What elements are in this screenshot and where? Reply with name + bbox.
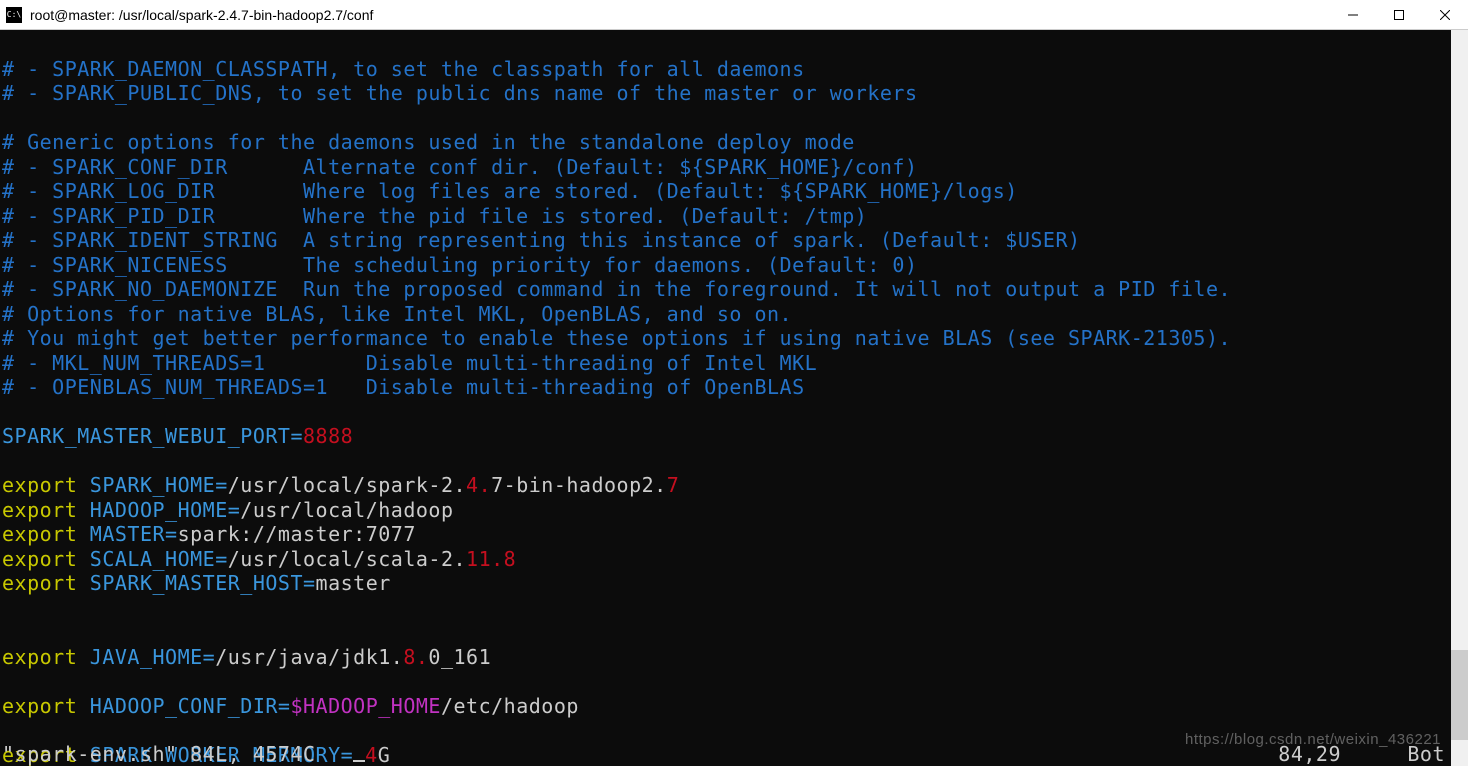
env-var-key: HADOOP_HOME=: [77, 498, 240, 522]
comment-line: # - SPARK_IDENT_STRING A string represen…: [2, 228, 1081, 252]
window-controls: [1330, 0, 1468, 29]
export-keyword: export: [2, 645, 77, 669]
comment-line: # - SPARK_NO_DAEMONIZE Run the proposed …: [2, 277, 1231, 301]
env-var-key: SPARK_HOME=: [77, 473, 228, 497]
comment-line: # You might get better performance to en…: [2, 326, 1231, 350]
close-button[interactable]: [1422, 0, 1468, 29]
env-value: spark://master:7077: [178, 522, 416, 546]
comment-line: # - SPARK_CONF_DIR Alternate conf dir. (…: [2, 155, 918, 179]
env-path: 0_161: [428, 645, 491, 669]
comment-line: # - SPARK_LOG_DIR Where log files are st…: [2, 179, 1018, 203]
env-number: 8.: [403, 645, 428, 669]
env-path: /usr/local/hadoop: [240, 498, 453, 522]
env-var-key: MASTER=: [77, 522, 177, 546]
env-var-key: JAVA_HOME=: [77, 645, 215, 669]
env-path: /usr/java/jdk1.: [215, 645, 403, 669]
comment-line: # - MKL_NUM_THREADS=1 Disable multi-thre…: [2, 351, 817, 375]
comment-line: # - SPARK_DAEMON_CLASSPATH, to set the c…: [2, 57, 805, 81]
comment-line: # - SPARK_PUBLIC_DNS, to set the public …: [2, 81, 918, 105]
vertical-scrollbar[interactable]: [1451, 30, 1468, 766]
app-icon: C:\: [6, 7, 22, 23]
status-location: Bot: [1407, 742, 1445, 766]
maximize-button[interactable]: [1376, 0, 1422, 29]
minimize-button[interactable]: [1330, 0, 1376, 29]
export-keyword: export: [2, 522, 77, 546]
env-var-value: 8888: [303, 424, 353, 448]
status-file: "spark-env.sh" 84L, 4574C: [2, 742, 316, 766]
env-path: /etc/hadoop: [441, 694, 579, 718]
comment-line: # Options for native BLAS, like Intel MK…: [2, 302, 792, 326]
env-number: 11.: [466, 547, 504, 571]
scrollbar-thumb[interactable]: [1451, 650, 1468, 740]
export-keyword: export: [2, 694, 77, 718]
env-var-ref: $HADOOP_HOME: [290, 694, 441, 718]
env-var-key: SCALA_HOME=: [77, 547, 228, 571]
export-keyword: export: [2, 473, 77, 497]
window-title: root@master: /usr/local/spark-2.4.7-bin-…: [30, 7, 1330, 23]
comment-line: # Generic options for the daemons used i…: [2, 130, 855, 154]
comment-line: # - SPARK_NICENESS The scheduling priori…: [2, 253, 918, 277]
env-path: 7-bin-hadoop2.: [491, 473, 667, 497]
env-number: 4.: [466, 473, 491, 497]
env-path: /usr/local/scala-2.: [228, 547, 466, 571]
env-number: 8: [504, 547, 517, 571]
status-position: 84,29: [1278, 742, 1341, 766]
vim-status-line: "spark-env.sh" 84L, 4574C 84,29 Bot: [2, 742, 1451, 766]
env-path: /usr/local/spark-2.: [228, 473, 466, 497]
window-titlebar: C:\ root@master: /usr/local/spark-2.4.7-…: [0, 0, 1468, 30]
comment-line: # - SPARK_PID_DIR Where the pid file is …: [2, 204, 867, 228]
env-value: master: [316, 571, 391, 595]
terminal-output[interactable]: # - SPARK_DAEMON_CLASSPATH, to set the c…: [0, 30, 1451, 766]
env-var-key: SPARK_MASTER_WEBUI_PORT=: [2, 424, 303, 448]
export-keyword: export: [2, 498, 77, 522]
env-var-key: HADOOP_CONF_DIR=: [77, 694, 290, 718]
env-var-key: SPARK_MASTER_HOST=: [77, 571, 315, 595]
export-keyword: export: [2, 571, 77, 595]
export-keyword: export: [2, 547, 77, 571]
comment-line: # - OPENBLAS_NUM_THREADS=1 Disable multi…: [2, 375, 805, 399]
env-number: 7: [667, 473, 680, 497]
